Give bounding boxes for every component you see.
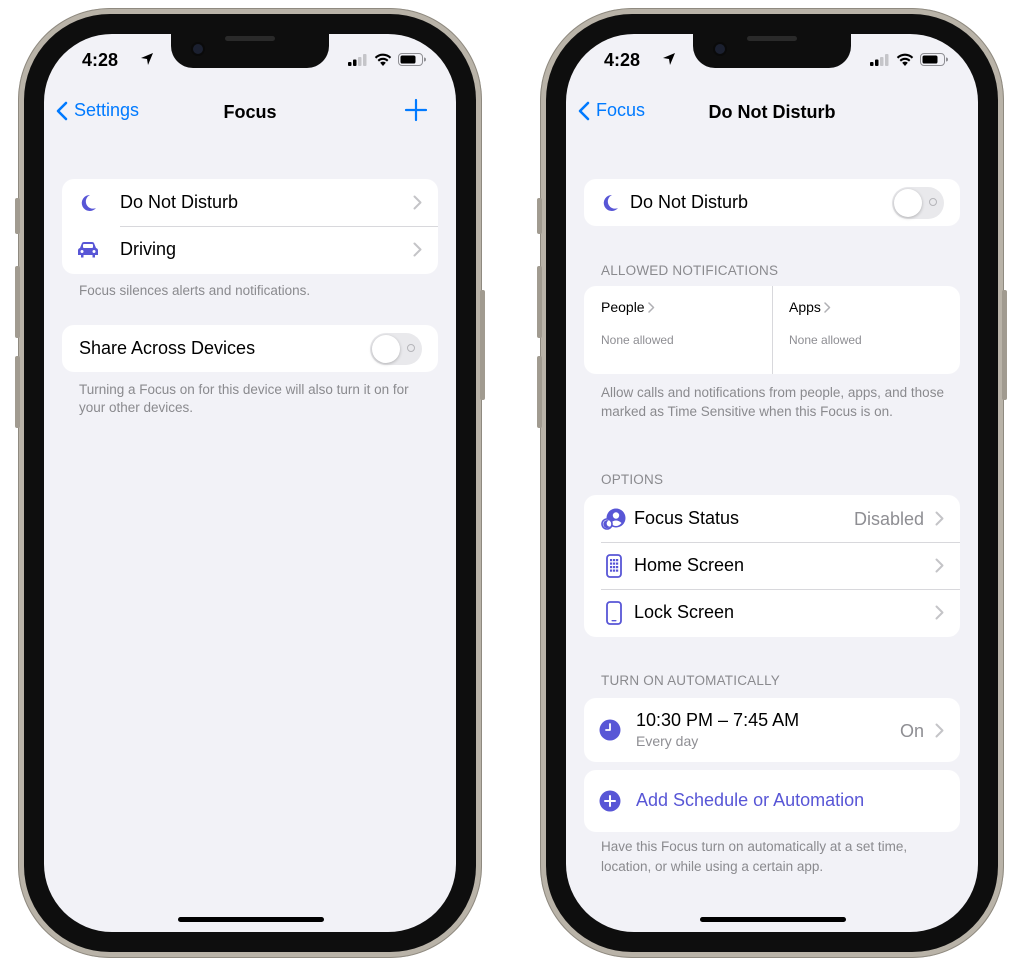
- plus-icon[interactable]: [404, 98, 428, 122]
- add-schedule-label: Add Schedule or Automation: [636, 790, 865, 810]
- home-indicator[interactable]: [178, 917, 324, 922]
- battery-icon: [920, 53, 948, 66]
- left-phone-frame: 4:28 Settings Focus Do Not Disturb Drivi…: [15, 8, 485, 958]
- location-arrow-icon: [663, 53, 675, 65]
- apps-subtitle: None allowed: [789, 333, 862, 347]
- right-screen: 4:28 Focus Do Not Disturb Do Not Disturb…: [566, 34, 978, 932]
- chevron-right-icon: [413, 195, 422, 210]
- share-across-devices-toggle[interactable]: [370, 333, 422, 365]
- list-item-label: Focus Status: [634, 508, 740, 528]
- allowed-notifications-header: ALLOWED NOTIFICATIONS: [601, 263, 779, 278]
- share-across-devices-row: Share Across Devices: [62, 325, 438, 372]
- plus-circle-icon: [599, 790, 621, 812]
- moon-icon: [603, 194, 618, 211]
- side-button: [480, 290, 485, 400]
- status-bar: 4:28: [44, 50, 456, 72]
- volume-down-button: [537, 356, 542, 428]
- bezel: 4:28 Focus Do Not Disturb Do Not Disturb…: [546, 14, 998, 952]
- volume-up-button: [537, 266, 542, 338]
- bezel: 4:28 Settings Focus Do Not Disturb Drivi…: [24, 14, 476, 952]
- automation-footer: Have this Focus turn on automatically at…: [601, 839, 908, 874]
- allowed-notifications-card: People None allowed Apps None allowed: [584, 286, 960, 374]
- dnd-row: Do Not Disturb: [584, 179, 960, 226]
- navigation-bar: Focus Do Not Disturb: [566, 100, 978, 130]
- people-subtitle: None allowed: [601, 333, 674, 347]
- volume-up-button: [15, 266, 20, 338]
- cellular-signal-icon: [870, 53, 889, 66]
- lock-screen-icon: [606, 600, 622, 625]
- silent-switch: [15, 198, 20, 234]
- allowed-footer: Allow calls and notifications from peopl…: [601, 385, 944, 419]
- chevron-right-icon: [935, 723, 944, 738]
- share-footer: Turning a Focus on for this device will …: [79, 382, 409, 415]
- cellular-signal-icon: [348, 53, 367, 66]
- list-item-driving[interactable]: Driving: [62, 226, 438, 273]
- home-indicator[interactable]: [700, 917, 846, 922]
- wifi-icon: [374, 53, 392, 66]
- list-item-label: Driving: [120, 239, 177, 259]
- focus-status-value: Disabled: [853, 509, 924, 529]
- side-button: [1002, 290, 1007, 400]
- volume-down-button: [15, 356, 20, 428]
- focus-footer: Focus silences alerts and notifications.: [79, 283, 311, 298]
- clock-icon: [599, 719, 621, 741]
- focus-list: Do Not Disturb Driving: [62, 179, 438, 274]
- list-item-label: Home Screen: [634, 555, 745, 575]
- chevron-right-icon: [935, 511, 944, 526]
- right-phone-frame: 4:28 Focus Do Not Disturb Do Not Disturb…: [537, 8, 1007, 958]
- home-screen-icon: [606, 553, 622, 578]
- turn-on-automatically-header: TURN ON AUTOMATICALLY: [601, 673, 780, 688]
- dnd-label: Do Not Disturb: [630, 192, 749, 212]
- share-card: Share Across Devices: [62, 325, 438, 372]
- chevron-right-icon: [647, 301, 654, 313]
- list-item-label: Lock Screen: [634, 602, 735, 622]
- list-item-do-not-disturb[interactable]: Do Not Disturb: [62, 179, 438, 226]
- silent-switch: [537, 198, 542, 234]
- chevron-right-icon: [935, 605, 944, 620]
- list-item-lock-screen[interactable]: Lock Screen: [584, 589, 960, 636]
- list-item-home-screen[interactable]: Home Screen: [584, 542, 960, 589]
- page-title: Do Not Disturb: [708, 102, 836, 122]
- schedule-repeat: Every day: [636, 733, 699, 749]
- schedule-time: 10:30 PM – 7:45 AM: [636, 710, 800, 730]
- status-bar: 4:28: [566, 50, 978, 72]
- battery-icon: [398, 53, 426, 66]
- list-item-focus-status[interactable]: Focus Status Disabled: [584, 495, 960, 542]
- focus-status-icon: [601, 508, 626, 530]
- page-title: Focus: [223, 102, 277, 122]
- navigation-bar: Settings Focus: [44, 98, 456, 130]
- dnd-card: Do Not Disturb: [584, 179, 960, 226]
- moon-icon: [81, 194, 96, 211]
- apps-title: Apps: [789, 299, 821, 315]
- options-card: Focus Status Disabled Home Screen Lock S…: [584, 495, 960, 637]
- chevron-right-icon: [824, 301, 831, 313]
- options-header: OPTIONS: [601, 472, 664, 487]
- status-time: 4:28: [82, 50, 119, 70]
- people-title: People: [601, 299, 645, 315]
- share-label: Share Across Devices: [79, 338, 256, 358]
- wifi-icon: [896, 53, 914, 66]
- do-not-disturb-toggle[interactable]: [892, 187, 944, 219]
- apps-tile[interactable]: Apps None allowed: [772, 286, 960, 374]
- schedule-card[interactable]: 10:30 PM – 7:45 AM Every day On: [584, 698, 960, 762]
- add-schedule-card[interactable]: Add Schedule or Automation: [584, 770, 960, 832]
- car-icon: [78, 241, 98, 257]
- schedule-state: On: [899, 721, 924, 741]
- people-tile[interactable]: People None allowed: [584, 286, 772, 374]
- list-item-label: Do Not Disturb: [120, 192, 239, 212]
- chevron-right-icon: [413, 242, 422, 257]
- chevron-right-icon: [935, 558, 944, 573]
- location-arrow-icon: [141, 53, 153, 65]
- left-screen: 4:28 Settings Focus Do Not Disturb Drivi…: [44, 34, 456, 932]
- status-time: 4:28: [604, 50, 641, 70]
